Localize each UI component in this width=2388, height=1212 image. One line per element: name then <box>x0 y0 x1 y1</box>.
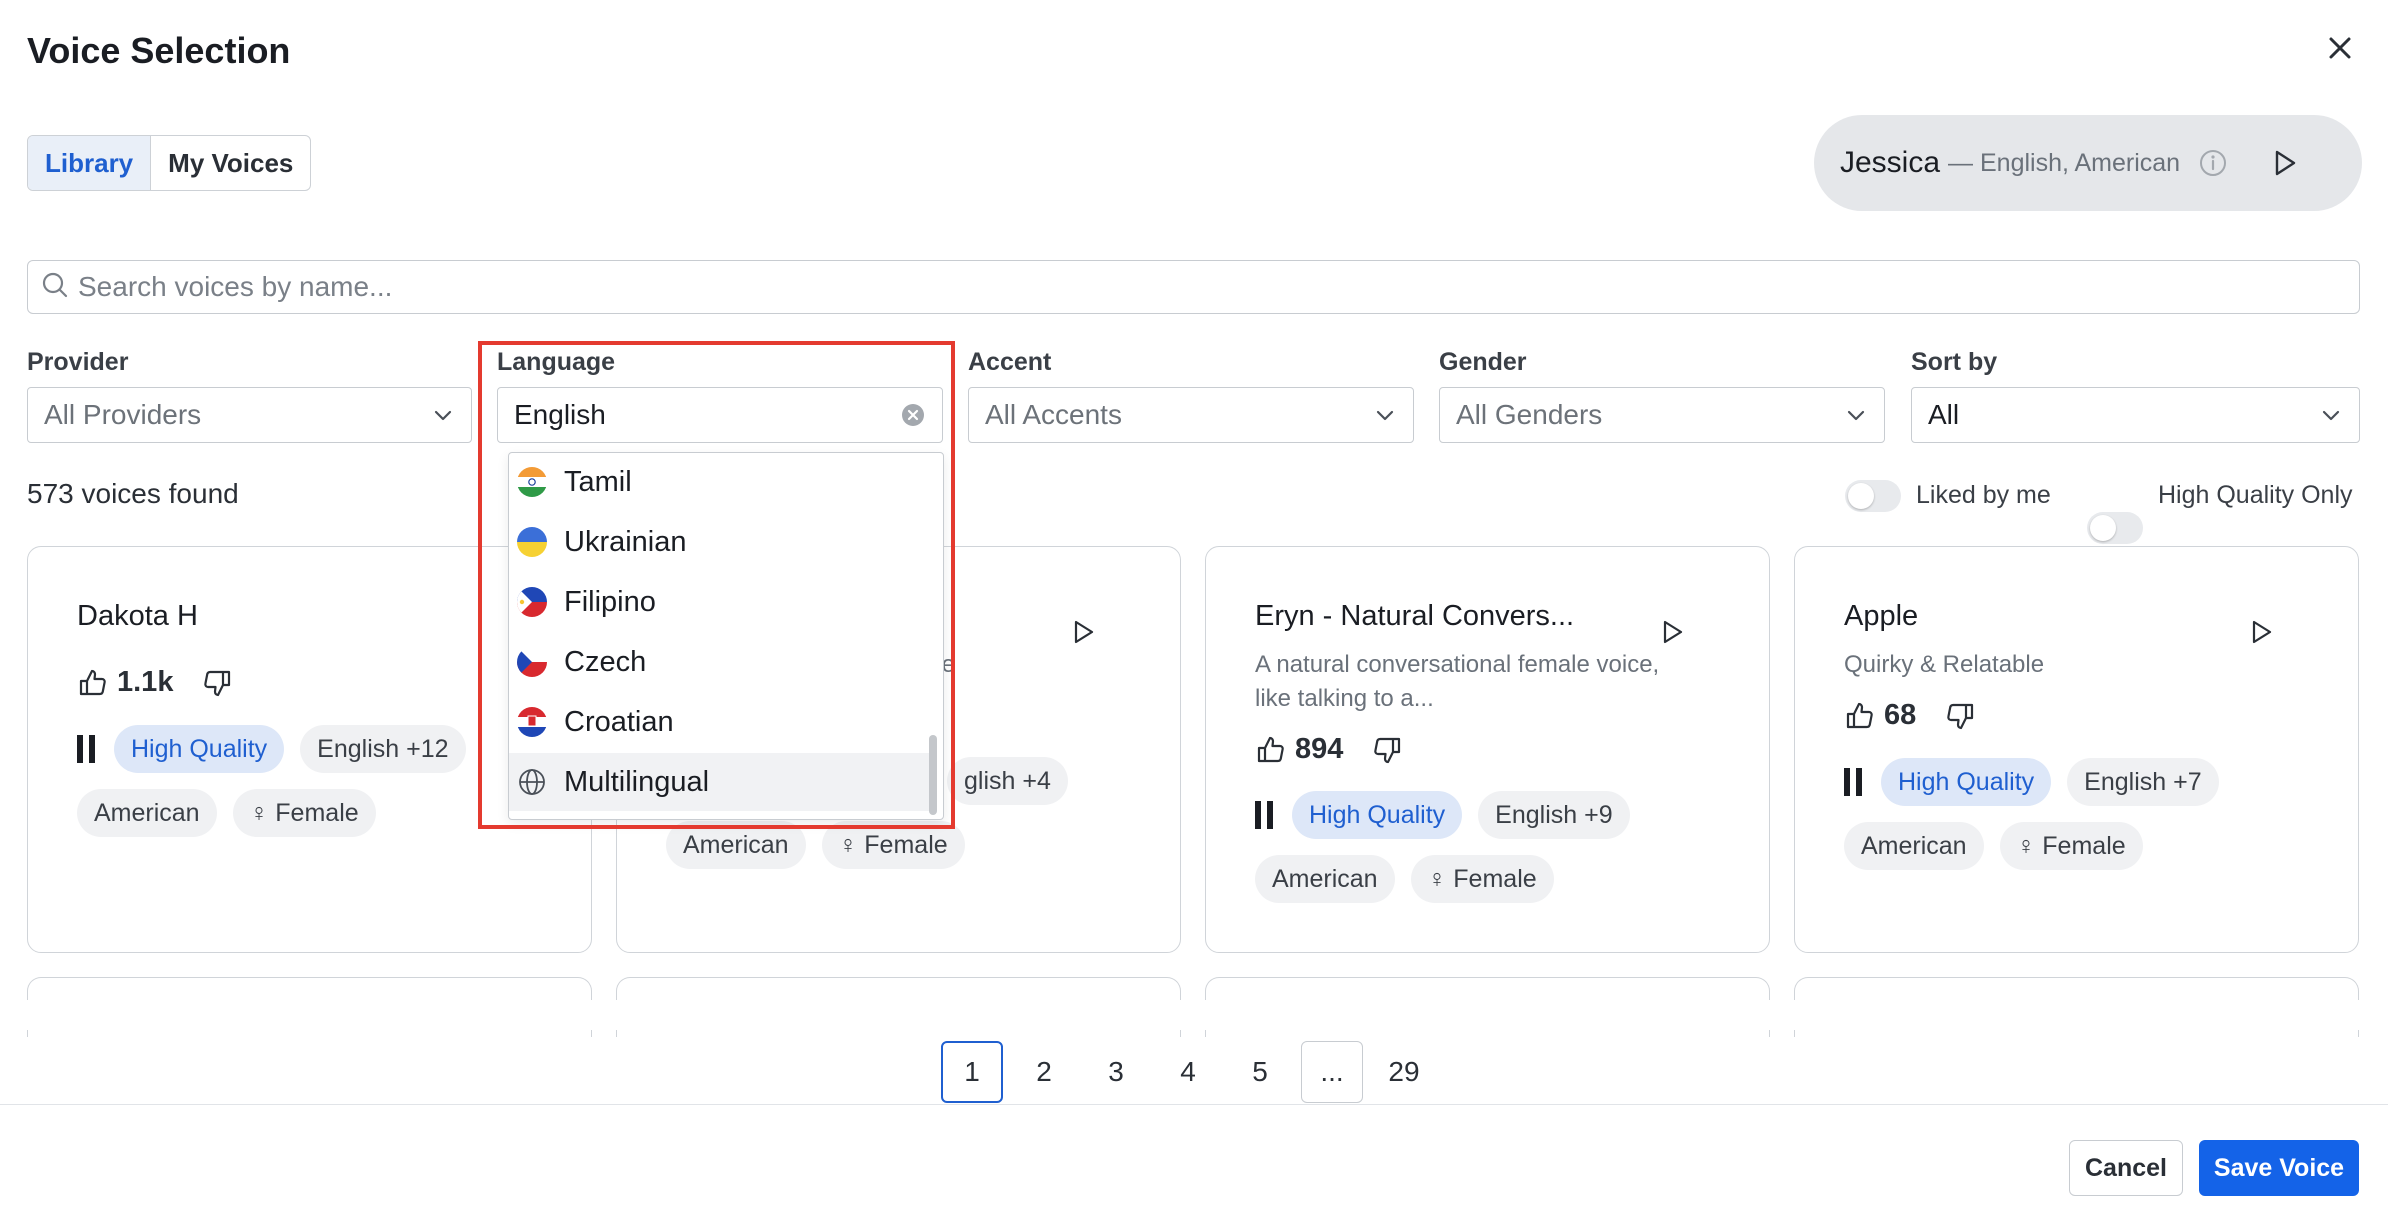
high-quality-toggle-label: High Quality Only <box>2158 481 2353 509</box>
voice-card-description: Quirky & Relatable <box>1844 651 2045 678</box>
liked-toggle-label: Liked by me <box>1916 481 2051 509</box>
accent-chip: American <box>1255 855 1395 903</box>
quality-chip: High Quality <box>1292 791 1463 839</box>
quality-chip: High Quality <box>114 725 285 773</box>
chevron-down-icon <box>434 410 452 421</box>
gender-label: Gender <box>1439 348 1527 376</box>
likes-count: 68 <box>1884 699 1917 731</box>
quality-chip: High Quality <box>1881 758 2052 806</box>
chevron-down-icon <box>2322 410 2340 421</box>
page-button[interactable]: 2 <box>1013 1041 1075 1103</box>
cancel-button[interactable]: Cancel <box>2069 1140 2183 1196</box>
language-chip: glish +4 <box>947 757 1068 805</box>
save-voice-button[interactable]: Save Voice <box>2199 1140 2359 1196</box>
thumbs-up-icon[interactable] <box>1255 734 1287 766</box>
play-icon[interactable] <box>2246 617 2276 647</box>
high-quality-toggle[interactable] <box>2087 512 2143 544</box>
gender-chip: ♀ Female <box>232 789 376 837</box>
current-voice-play-icon[interactable] <box>2268 147 2300 179</box>
thumbs-down-icon[interactable] <box>1944 700 1976 732</box>
language-chip: English +9 <box>1478 791 1630 839</box>
voice-card[interactable]: Apple Quirky & Relatable 68 High Quality… <box>1794 546 2359 953</box>
accent-value: All Accents <box>985 399 1122 430</box>
accent-select[interactable]: All Accents <box>968 387 1414 443</box>
sort-value: All <box>1928 399 1960 430</box>
provider-select[interactable]: All Providers <box>27 387 472 443</box>
pagination: 1 2 3 4 5 ... 29 <box>941 1041 1445 1103</box>
thumbs-down-icon[interactable] <box>201 667 233 699</box>
voice-source-tabs: Library My Voices <box>27 135 312 191</box>
info-icon[interactable] <box>2198 148 2228 178</box>
page-button[interactable]: 5 <box>1229 1041 1291 1103</box>
pause-icon[interactable] <box>77 735 95 763</box>
likes-count: 1.1k <box>117 666 174 698</box>
page-button[interactable]: 3 <box>1085 1041 1147 1103</box>
play-icon[interactable] <box>1068 617 1098 647</box>
search-icon <box>40 270 70 305</box>
voice-card-description: A natural conversational female voice, l… <box>1255 651 1660 712</box>
liked-toggle[interactable] <box>1845 480 1901 512</box>
chevron-down-icon <box>1376 410 1394 421</box>
voice-card-name: Apple <box>1844 600 1919 632</box>
thumbs-down-icon[interactable] <box>1371 734 1403 766</box>
pause-icon[interactable] <box>1844 768 1862 796</box>
sort-label: Sort by <box>1911 348 1998 376</box>
gender-select[interactable]: All Genders <box>1439 387 1885 443</box>
dialog-title: Voice Selection <box>27 30 291 71</box>
tab-library[interactable]: Library <box>28 136 152 190</box>
current-voice-pill: Jessica — English, American <box>1814 115 2362 211</box>
results-count: 573 voices found <box>27 478 239 509</box>
provider-label: Provider <box>27 348 129 376</box>
close-icon[interactable] <box>2322 30 2358 66</box>
accent-chip: American <box>1844 822 1984 870</box>
voice-card-name: Dakota H <box>77 600 198 632</box>
search-placeholder: Search voices by name... <box>78 271 393 302</box>
pause-icon[interactable] <box>1255 801 1273 829</box>
voice-card[interactable]: Eryn - Natural Convers... A natural conv… <box>1205 546 1770 953</box>
current-voice-meta: — English, American <box>1948 148 2181 177</box>
accent-label: Accent <box>968 348 1052 376</box>
language-chip: English +7 <box>2067 758 2219 806</box>
page-button[interactable]: 4 <box>1157 1041 1219 1103</box>
gender-value: All Genders <box>1456 399 1603 430</box>
page-button[interactable]: 29 <box>1373 1041 1435 1103</box>
thumbs-up-icon[interactable] <box>1844 700 1876 732</box>
page-ellipsis-button[interactable]: ... <box>1301 1041 1363 1103</box>
page-button[interactable]: 1 <box>941 1041 1003 1103</box>
tab-my-voices[interactable]: My Voices <box>151 136 310 190</box>
gender-chip: ♀ Female <box>1999 822 2143 870</box>
gender-chip: ♀ Female <box>1410 855 1554 903</box>
provider-value: All Providers <box>44 399 202 430</box>
current-voice-name: Jessica <box>1840 146 1941 179</box>
voice-card-name: Eryn - Natural Convers... <box>1255 600 1575 632</box>
language-chip: English +12 <box>300 725 466 773</box>
voice-card-likes: 894 <box>1255 733 1403 766</box>
chevron-down-icon <box>1847 410 1865 421</box>
list-clip-area <box>0 1000 2388 1030</box>
sort-select[interactable]: All <box>1911 387 2360 443</box>
play-icon[interactable] <box>1657 617 1687 647</box>
thumbs-up-icon[interactable] <box>77 667 109 699</box>
search-input[interactable]: Search voices by name... <box>27 260 2360 314</box>
footer-divider <box>0 1104 2388 1105</box>
accent-chip: American <box>77 789 217 837</box>
voice-card-likes: 1.1k <box>77 666 233 699</box>
likes-count: 894 <box>1295 733 1344 765</box>
voice-card-likes: 68 <box>1844 699 1976 732</box>
highlight-box <box>478 341 955 829</box>
